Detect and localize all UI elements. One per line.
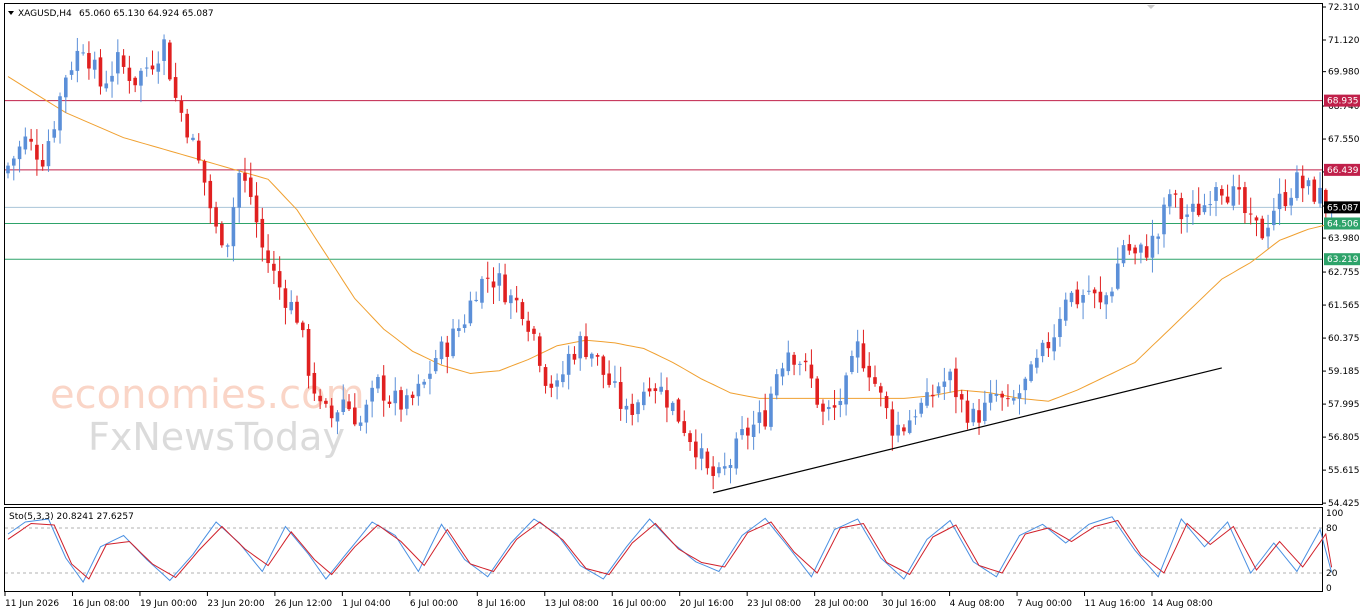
time-tick-label: 28 Jul 00:00 [815, 599, 869, 609]
time-tick-label: 30 Jul 16:00 [882, 599, 936, 609]
time-tick-label: 4 Aug 08:00 [950, 599, 1005, 609]
stoch-tick-label: 100 [1326, 509, 1343, 519]
price-tag-label: 66.439 [1327, 166, 1359, 176]
stochastic-label: Sto(5,3,3) 20.8241 27.6257 [9, 512, 134, 522]
price-tick-label: 63.980 [1328, 234, 1360, 244]
watermark-fxnewstoday: FxNewsToday [88, 415, 345, 459]
candle[interactable] [734, 432, 739, 475]
watermark-economies: economies.com [50, 372, 365, 418]
price-tick-label: 67.550 [1328, 135, 1360, 145]
candle[interactable] [1312, 176, 1317, 205]
price-tick-label: 59.185 [1328, 367, 1360, 377]
time-tick-label: 13 Jul 08:00 [545, 599, 599, 609]
candle[interactable] [1260, 215, 1265, 240]
time-tick-label: 14 Aug 08:00 [1152, 599, 1213, 609]
price-tick-label: 60.375 [1328, 334, 1360, 344]
price-tick-label: 69.980 [1328, 68, 1360, 78]
price-tick-label: 62.755 [1328, 268, 1360, 278]
time-tick-label: 20 Jul 16:00 [680, 599, 734, 609]
price-tick-label: 72.310 [1328, 3, 1360, 13]
time-tick-label: 16 Jun 08:00 [72, 599, 129, 609]
stoch-tick-label: 80 [1326, 524, 1338, 534]
price-tick-label: 71.120 [1328, 36, 1360, 46]
price-tick-label: 54.425 [1328, 499, 1360, 509]
price-tag-label: 65.087 [1327, 203, 1359, 213]
price-axis[interactable]: 72.31071.12069.98068.74067.55066.36565.1… [1322, 3, 1360, 509]
price-tag-label: 63.219 [1327, 255, 1359, 265]
price-tick-label: 55.615 [1328, 466, 1360, 476]
candle[interactable] [220, 221, 224, 248]
stochastic-pane-frame [4, 507, 1323, 592]
time-tick-label: 1 Jul 04:00 [342, 599, 391, 609]
trading-chart[interactable]: economies.com FxNewsToday 72.310 71.120 69… [0, 0, 1366, 615]
ohlc-readout: 65.060 65.130 64.924 65.087 [79, 9, 214, 19]
time-tick-label: 11 Jun 2026 [5, 599, 59, 609]
time-tick-label: 16 Jul 00:00 [612, 599, 666, 609]
time-tick-label: 11 Aug 16:00 [1085, 599, 1146, 609]
time-tick-label: 8 Jul 16:00 [477, 599, 526, 609]
stoch-tick-label: 20 [1326, 569, 1338, 579]
price-tick-label: 61.565 [1328, 301, 1360, 311]
candle[interactable] [168, 39, 172, 82]
price-tick-label: 56.805 [1328, 433, 1360, 443]
time-tick-label: 23 Jun 20:00 [207, 599, 264, 609]
symbol-label: XAGUSD,H4 [18, 9, 72, 19]
time-tick-label: 7 Aug 00:00 [1017, 599, 1072, 609]
time-tick-label: 6 Jul 00:00 [410, 599, 459, 609]
candle[interactable] [815, 376, 819, 409]
time-tick-label: 19 Jun 00:00 [140, 599, 197, 609]
time-axis[interactable]: 11 Jun 2026 16 Jun 08:00 19 Jun 00:00 23 Ju… [4, 592, 1213, 609]
price-tag-label: 68.935 [1327, 97, 1359, 107]
time-tick-label: 26 Jun 12:00 [275, 599, 332, 609]
price-tag-label: 64.506 [1327, 219, 1359, 229]
time-tick-label: 23 Jul 08:00 [747, 599, 801, 609]
stoch-tick-label: 0 [1326, 584, 1332, 594]
price-tick-label: 57.995 [1328, 400, 1360, 410]
candle[interactable] [676, 397, 681, 424]
